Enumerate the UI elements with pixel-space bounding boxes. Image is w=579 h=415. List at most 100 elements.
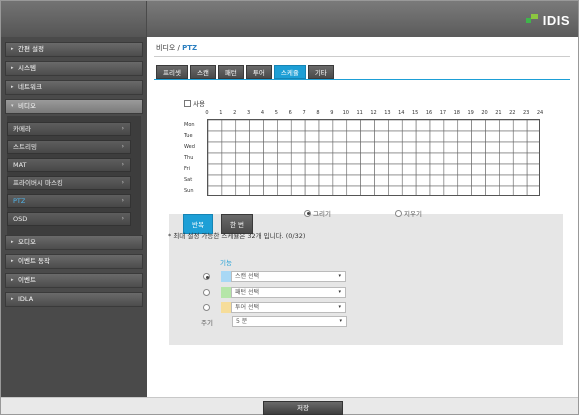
draw-option[interactable]: 그리기 [304, 208, 331, 218]
schedule-cell[interactable] [429, 163, 445, 176]
schedule-cell[interactable] [429, 130, 445, 143]
schedule-cell[interactable] [346, 174, 361, 187]
schedule-cell[interactable] [526, 120, 540, 132]
schedule-cell[interactable] [277, 141, 292, 154]
schedule-cell[interactable] [401, 130, 417, 143]
schedule-cell[interactable] [526, 163, 540, 176]
schedule-cell[interactable] [415, 120, 431, 132]
schedule-cell[interactable] [318, 152, 334, 165]
schedule-cell[interactable] [388, 120, 403, 132]
schedule-cell[interactable] [263, 120, 278, 132]
schedule-cell[interactable] [401, 174, 417, 187]
schedule-cell[interactable] [304, 130, 320, 143]
schedule-cell[interactable] [526, 174, 540, 187]
schedule-cell[interactable] [304, 120, 320, 132]
schedule-cell[interactable] [526, 141, 540, 154]
pattern-select[interactable]: 패턴 선택 ▾ [231, 287, 346, 298]
schedule-cell[interactable] [499, 152, 514, 165]
schedule-cell[interactable] [499, 163, 514, 176]
schedule-cell[interactable] [304, 152, 320, 165]
save-button[interactable]: 저장 [263, 401, 343, 415]
schedule-cell[interactable] [443, 174, 459, 187]
schedule-cell[interactable] [332, 163, 348, 176]
schedule-cell[interactable] [346, 185, 361, 196]
tab-etc[interactable]: 기타 [307, 65, 334, 79]
schedule-cell[interactable] [401, 163, 417, 176]
sidebar-item-video[interactable]: ▾ 비디오 [5, 99, 143, 114]
schedule-cell[interactable] [208, 120, 223, 132]
schedule-cell[interactable] [277, 163, 292, 176]
schedule-cell[interactable] [304, 141, 320, 154]
schedule-cell[interactable] [485, 174, 500, 187]
schedule-cell[interactable] [512, 120, 528, 132]
schedule-cell[interactable] [429, 141, 445, 154]
schedule-cell[interactable] [485, 120, 500, 132]
schedule-cell[interactable] [457, 163, 472, 176]
erase-option[interactable]: 지우기 [395, 208, 422, 218]
schedule-cell[interactable] [499, 141, 514, 154]
schedule-cell[interactable] [471, 120, 486, 132]
schedule-cell[interactable] [318, 185, 334, 196]
schedule-cell[interactable] [429, 120, 445, 132]
sidebar-item-event[interactable]: ▸ 이벤트 [5, 273, 143, 288]
schedule-cell[interactable] [415, 174, 431, 187]
schedule-cell[interactable] [346, 141, 361, 154]
sidebar-item-idla[interactable]: ▸ IDLA [5, 292, 143, 307]
tab-preset[interactable]: 프리셋 [156, 65, 188, 79]
schedule-cell[interactable] [221, 152, 237, 165]
schedule-cell[interactable] [471, 130, 486, 143]
schedule-cell[interactable] [208, 174, 223, 187]
schedule-cell[interactable] [277, 152, 292, 165]
schedule-cell[interactable] [304, 163, 320, 176]
radio-scan[interactable] [203, 273, 210, 280]
schedule-cell[interactable] [263, 141, 278, 154]
schedule-cell[interactable] [360, 174, 375, 187]
schedule-cell[interactable] [526, 185, 540, 196]
schedule-cell[interactable] [277, 120, 292, 132]
schedule-cell[interactable] [290, 141, 306, 154]
sidebar-subitem-osd[interactable]: OSD › [7, 212, 131, 226]
schedule-cell[interactable] [457, 174, 472, 187]
tab-schedule[interactable]: 스케쥴 [273, 65, 306, 79]
sidebar-item-audio[interactable]: ▸ 오디오 [5, 235, 143, 250]
schedule-cell[interactable] [485, 141, 500, 154]
schedule-cell[interactable] [360, 152, 375, 165]
schedule-cell[interactable] [332, 174, 348, 187]
schedule-cell[interactable] [443, 152, 459, 165]
schedule-cell[interactable] [374, 174, 389, 187]
schedule-cell[interactable] [346, 130, 361, 143]
schedule-cell[interactable] [249, 185, 264, 196]
schedule-cell[interactable] [221, 120, 237, 132]
schedule-cell[interactable] [277, 185, 292, 196]
schedule-cell[interactable] [415, 185, 431, 196]
schedule-cell[interactable] [332, 152, 348, 165]
schedule-cell[interactable] [374, 185, 389, 196]
sidebar-subitem-streaming[interactable]: 스트리밍 › [7, 140, 131, 154]
schedule-cell[interactable] [235, 185, 250, 196]
schedule-cell[interactable] [388, 174, 403, 187]
sidebar-item-network[interactable]: ▸ 네트워크 [5, 80, 143, 95]
schedule-cell[interactable] [374, 141, 389, 154]
schedule-cell[interactable] [388, 185, 403, 196]
schedule-cell[interactable] [304, 185, 320, 196]
schedule-cell[interactable] [249, 174, 264, 187]
schedule-cell[interactable] [263, 130, 278, 143]
schedule-cell[interactable] [332, 185, 348, 196]
schedule-cell[interactable] [221, 130, 237, 143]
schedule-cell[interactable] [208, 152, 223, 165]
sidebar-item-event-action[interactable]: ▸ 이벤트 동작 [5, 254, 143, 269]
schedule-cell[interactable] [526, 152, 540, 165]
schedule-cell[interactable] [374, 163, 389, 176]
schedule-cell[interactable] [235, 120, 250, 132]
schedule-cell[interactable] [415, 163, 431, 176]
schedule-cell[interactable] [318, 130, 334, 143]
schedule-cell[interactable] [235, 163, 250, 176]
schedule-cell[interactable] [263, 163, 278, 176]
schedule-cell[interactable] [471, 141, 486, 154]
schedule-cell[interactable] [401, 152, 417, 165]
schedule-cell[interactable] [499, 130, 514, 143]
schedule-cell[interactable] [221, 141, 237, 154]
sidebar-subitem-privacy-masking[interactable]: 프라이버시 마스킹 › [7, 176, 131, 190]
schedule-cell[interactable] [249, 152, 264, 165]
schedule-cell[interactable] [512, 152, 528, 165]
